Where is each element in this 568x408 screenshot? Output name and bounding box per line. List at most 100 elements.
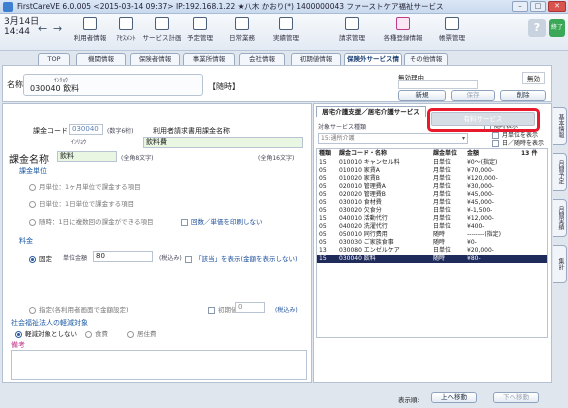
toolbar-user-info[interactable]: 利用者情報 [70,17,110,42]
list-cell-type: 15 [319,215,327,222]
list-cell-code: 020010 管理費A [339,183,386,190]
initial-value-input[interactable]: 0 [235,302,265,313]
list-item[interactable]: 15 010010 キャンセル料 日単位 ¥0～(指定) [317,159,547,167]
forward-arrow-icon[interactable]: → [53,22,62,35]
list-item[interactable]: 05 040020 洗濯代行 日単位 ¥400- [317,223,547,231]
name-display: ｲﾝﾘｮｳ 030040 飲料 [23,74,203,96]
list-item[interactable]: 05 030020 欠食分 日単位 ¥-1,500- [317,207,547,215]
list-cell-amount: ¥400- [467,223,485,230]
title-bar: FirstCareVE 6.0.005 <2015-03-14 09:37> I… [0,0,568,14]
radio-designated[interactable]: 指定(各利用者画面で金額設定) [29,304,129,314]
toolbar-registration[interactable]: 各種登録情報 [380,17,426,42]
bill-icon [345,17,359,30]
exit-button[interactable]: 終了 [549,19,565,37]
charge-list: 種類 課金コード・名称 課金単位 金額 13 件 15 010010 キャンセル料… [316,148,548,338]
toolbar-forms[interactable]: 帳票管理 [432,17,472,42]
new-button[interactable]: 新規 [398,90,446,101]
list-item[interactable]: 05 030030 ご家族食事 随時 ¥0- [317,239,547,247]
radio-not-target[interactable]: 軽減対象としない [15,328,77,338]
close-button[interactable]: ✕ [548,1,566,12]
toolbar-daily[interactable]: 日常業務 [222,17,262,42]
maximize-button[interactable]: □ [530,1,546,12]
list-item[interactable]: 05 010020 家賃B 月単位 ¥120,000- [317,175,547,183]
side-tabs: 基本情報 月間予定 月間実績 集計 [553,103,568,408]
social-section: 社会福祉法人の軽減対象 [11,319,88,327]
list-cell-unit: 随時 [433,231,446,238]
side-tab-basic[interactable]: 基本情報 [553,107,567,145]
delete-button[interactable]: 削除 [500,90,546,101]
registration-icon [396,17,410,30]
side-tab-monthly-plan[interactable]: 月間予定 [553,153,567,191]
radio-food[interactable]: 食費 [85,328,108,338]
toolbar-assessment[interactable]: ｱｾｽﾒﾝﾄ [106,17,146,42]
list-cell-code: 030080 エンゼルケア [339,247,400,254]
kakin-input[interactable]: 飲料 [57,151,117,162]
side-tab-monthly-result[interactable]: 月間実績 [553,199,567,237]
list-cell-type: 05 [319,191,327,198]
user-name-label: 利用者請求書用課金名称 [153,127,230,135]
list-item[interactable]: 05 050010 同行费用 随時 --------(指定) [317,231,547,239]
list-cell-unit: 日単位 [433,223,452,230]
code-label: 課金コード [33,127,68,135]
initial-value-checkbox[interactable]: 初期値 [208,304,238,314]
list-cell-amount: ¥12,000- [467,215,494,222]
tab-initial[interactable]: 初期値情報 [291,53,341,65]
list-cell-code: 030010 食材費 [339,199,382,206]
user-name-input[interactable]: 飲料費 [143,137,303,148]
list-item[interactable]: 05 010010 家賃A 月単位 ¥70,000- [317,167,547,175]
list-item[interactable]: 15 040010 活動代行 月単位 ¥12,000- [317,215,547,223]
tab-office[interactable]: 事業所情報 [183,53,235,65]
no-print-count-checkbox[interactable]: 回数／単価を印刷しない [181,216,263,226]
side-tab-summary[interactable]: 集計 [553,245,567,283]
toolbar-results[interactable]: 実績管理 [266,17,306,42]
tab-home-care[interactable]: 居宅介護支援／居宅介護サービス [316,106,426,117]
invalid-reason-field[interactable] [398,80,478,89]
show-daily-checkbox[interactable]: 日／随時を表示 [492,138,544,147]
tab-top[interactable]: TOP [38,53,70,65]
code-input[interactable]: 030040 [69,124,103,135]
radio-anytime[interactable]: 随時：1日に複数回の課金ができる項目 [29,216,154,226]
date-display: 3月14日 14:44 [4,17,40,37]
help-button[interactable]: ? [528,19,546,37]
save-button[interactable]: 保存 [451,90,495,101]
list-cell-amount: ¥30,000- [467,183,494,190]
list-cell-code: 030040 飲料 [339,255,376,262]
unit-price-input[interactable]: 80 [93,251,153,262]
minimize-button[interactable]: – [512,1,528,12]
invalid-checkbox[interactable]: 無効 [522,72,545,84]
show-applicable-checkbox[interactable]: 「該当」を表示(金額を表示しない) [185,253,298,263]
list-item[interactable]: 05 030010 食材費 月単位 ¥45,000- [317,199,547,207]
radio-fixed[interactable]: 固定 [29,253,52,263]
list-bottom-bar: 表示順: 上へ移動 下へ移動 [313,383,552,408]
tab-extra-service[interactable]: 保険外サービス情報 [344,53,402,74]
tab-insurer[interactable]: 保険者情報 [130,53,180,65]
document-icon [235,17,249,30]
radio-daily[interactable]: 日単位：1日単位で課金する項目 [29,198,134,208]
list-item[interactable]: 05 020020 管理費B 月単位 ¥45,000- [317,191,547,199]
results-icon [279,17,293,30]
toolbar-service-plan[interactable]: サービス計画 [142,17,182,42]
list-cell-type: 05 [319,167,327,174]
move-down-button[interactable]: 下へ移動 [493,392,539,403]
tab-other[interactable]: その他情報 [404,53,448,65]
service-type-dropdown[interactable]: 15:通所介護 [318,133,468,144]
toolbar-billing[interactable]: 請求管理 [332,17,372,42]
window-title: FirstCareVE 6.0.005 <2015-03-14 09:37> I… [17,2,444,11]
radio-residence[interactable]: 居住費 [127,328,157,338]
calendar-icon [193,17,207,30]
notes-textarea[interactable] [11,350,307,380]
list-item[interactable]: 15 030040 飲料 随時 ¥80- [317,255,547,263]
service-type-label: 対象サービス種類 [318,124,367,131]
tab-company[interactable]: 会社情報 [239,53,285,65]
toolbar-schedule[interactable]: 予定管理 [180,17,220,42]
printer-icon [445,17,459,30]
list-cell-amount: ¥70,000- [467,167,494,174]
display-order-label: 表示順: [398,396,420,404]
list-item[interactable]: 13 030080 エンゼルケア 日単位 ¥20,000- [317,247,547,255]
back-arrow-icon[interactable]: ← [38,22,47,35]
radio-monthly[interactable]: 月単位：1ヶ月単位で課金する項目 [29,181,141,191]
move-up-button[interactable]: 上へ移動 [431,392,477,403]
list-item[interactable]: 05 020010 管理費A 月単位 ¥30,000- [317,183,547,191]
plan-icon [155,17,169,30]
tab-institution[interactable]: 機関情報 [76,53,126,65]
